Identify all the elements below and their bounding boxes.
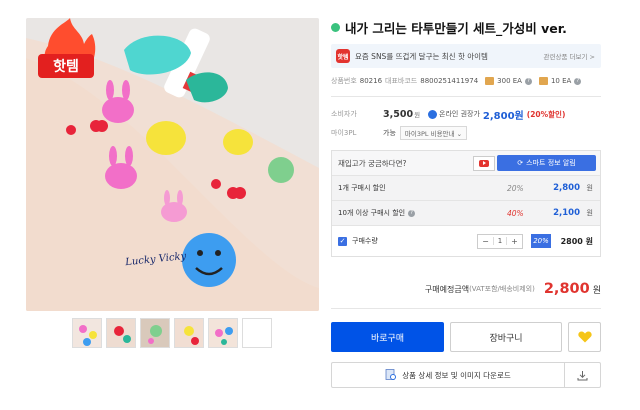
quantity-stepper: − 1 + [477, 233, 523, 249]
quantity-plus-button[interactable]: + [507, 237, 522, 246]
quantity-price: 2800 원 [560, 236, 593, 246]
discount-row-pct: 40% [507, 208, 524, 218]
wishlist-button[interactable] [568, 322, 601, 352]
help-icon[interactable]: ? [574, 77, 582, 85]
thumbnail-4[interactable] [174, 318, 204, 348]
pack-qty: 10 EA [550, 77, 572, 85]
online-price: 2,800원 [482, 110, 524, 122]
shipping-label: 마이3PL [331, 129, 357, 137]
youtube-button[interactable] [473, 155, 495, 171]
help-icon[interactable]: ? [408, 209, 416, 217]
shipping-value: 가능 [383, 129, 396, 137]
refresh-icon: ⟳ [517, 159, 524, 167]
discount-row-label: 1개 구매시 할인 [338, 184, 386, 192]
total-price: 2,800 [543, 281, 590, 297]
promo-banner: 핫템 요즘 SNS를 뜨겁게 달구는 최신 핫 아이템 관련상품 더보기 > [331, 44, 601, 68]
barcode: 8800251411974 [420, 77, 479, 85]
won-unit: 원 [414, 111, 421, 119]
chevron-down-icon: ⌄ [456, 130, 463, 138]
shipping-cost-select-label: 마이3PL 비용안내 [404, 130, 455, 138]
download-button[interactable] [565, 363, 600, 387]
quantity-input[interactable]: 1 [493, 237, 507, 245]
consumer-price: 3,500 [383, 108, 414, 120]
youtube-icon [479, 159, 489, 167]
product-title: 내가 그리는 타투만들기 세트_가성비 ver. [345, 20, 567, 36]
box-icon [485, 77, 495, 85]
discount-row-won: 원 [586, 184, 593, 192]
promo-text: 요즘 SNS를 뜨겁게 달구는 최신 핫 아이템 [355, 51, 488, 61]
discount-row-pct: 20% [507, 183, 524, 193]
product-info-panel: 내가 그리는 타투만들기 세트_가성비 ver. 핫템 요즘 SNS를 뜨겁게 … [331, 16, 601, 388]
discount-row-price: 2,800 [553, 183, 580, 193]
detail-download-button[interactable]: 상품 상세 정보 및 이미지 다운로드 [332, 363, 565, 387]
total-label: 구매예정금액 [424, 284, 470, 294]
related-products-link[interactable]: 관련상품 더보기 > [544, 51, 595, 61]
buy-now-button[interactable]: 바로구매 [331, 322, 444, 352]
discount-rate: (20%할인) [526, 109, 566, 119]
smart-info-alert-button[interactable]: ⟳ 스마트 정보 알림 [497, 155, 596, 171]
barcode-label: 대표바코드 [385, 77, 418, 85]
thumbnail-2[interactable] [106, 318, 136, 348]
price-row: 소비자가 3,500 원 온라인 권장가 2,800원 (20%할인) [331, 106, 601, 122]
thumbnail-1[interactable] [72, 318, 102, 348]
smart-info-alert-label: 스마트 정보 알림 [526, 159, 576, 167]
heart-icon [577, 331, 592, 343]
discount-row-price: 2,100 [553, 208, 580, 218]
title-row: 내가 그리는 타투만들기 세트_가성비 ver. [331, 16, 601, 38]
shipping-cost-select[interactable]: 마이3PL 비용안내 ⌄ [399, 126, 468, 140]
quantity-row: ✓ 구매수량 − 1 + 20% 2800 원 [332, 226, 600, 256]
shipping-row: 마이3PL 가능 마이3PL 비용안내 ⌄ [331, 125, 601, 141]
quantity-discount-tag: 20% [531, 234, 551, 248]
product-image[interactable]: 핫템 Lucky Vicky [26, 18, 319, 311]
thumbnail-5[interactable] [208, 318, 238, 348]
quantity-label: 구매수량 [352, 237, 378, 245]
box-qty: 300 EA [497, 77, 522, 85]
detail-download-label: 상품 상세 정보 및 이미지 다운로드 [402, 370, 511, 380]
product-codes: 상품번호 80216 대표바코드 8800251411974 300 EA ? … [331, 72, 601, 90]
restock-question: 재입고가 궁금하다면? [338, 158, 407, 168]
tattoo-photo: 핫템 Lucky Vicky [26, 18, 319, 311]
discount-row: 10개 이상 구매시 할인 ? 40% 2,100 원 [332, 201, 600, 226]
restock-row: 재입고가 궁금하다면? ⟳ 스마트 정보 알림 [332, 151, 600, 176]
hot-badge-icon: 핫템 [336, 49, 350, 63]
product-no-label: 상품번호 [331, 77, 357, 85]
total-won: 원 [592, 285, 601, 296]
thumbnail-strip [72, 318, 272, 348]
purchase-box: 재입고가 궁금하다면? ⟳ 스마트 정보 알림 1개 구매시 할인 20% 2,8… [331, 150, 601, 257]
total-row: 구매예정금액 (VAT포함/배송비제외) 2,800 원 [331, 277, 601, 301]
document-search-icon [385, 369, 397, 380]
consumer-price-label: 소비자가 [331, 110, 357, 118]
online-price-label: 온라인 권장가 [439, 110, 480, 118]
divider [331, 96, 601, 97]
total-sublabel: (VAT포함/배송비제외) [469, 285, 535, 293]
pack-icon [538, 77, 548, 85]
status-dot-icon [331, 22, 340, 32]
quantity-checkbox[interactable]: ✓ [338, 236, 347, 246]
discount-row-won: 원 [586, 209, 593, 217]
thumbnail-empty [242, 318, 272, 348]
download-bar: 상품 상세 정보 및 이미지 다운로드 [331, 362, 601, 388]
product-no: 80216 [359, 77, 383, 85]
download-icon [577, 370, 588, 380]
divider [331, 308, 601, 309]
online-price-icon [428, 109, 438, 119]
action-buttons: 바로구매 장바구니 [331, 322, 601, 352]
discount-row: 1개 구매시 할인 20% 2,800 원 [332, 176, 600, 201]
discount-row-label: 10개 이상 구매시 할인 [338, 209, 406, 217]
hot-badge-text: 핫템 [53, 58, 79, 75]
quantity-minus-button[interactable]: − [478, 237, 493, 246]
help-icon[interactable]: ? [524, 77, 532, 85]
add-to-cart-button[interactable]: 장바구니 [450, 322, 562, 352]
thumbnail-3[interactable] [140, 318, 170, 348]
